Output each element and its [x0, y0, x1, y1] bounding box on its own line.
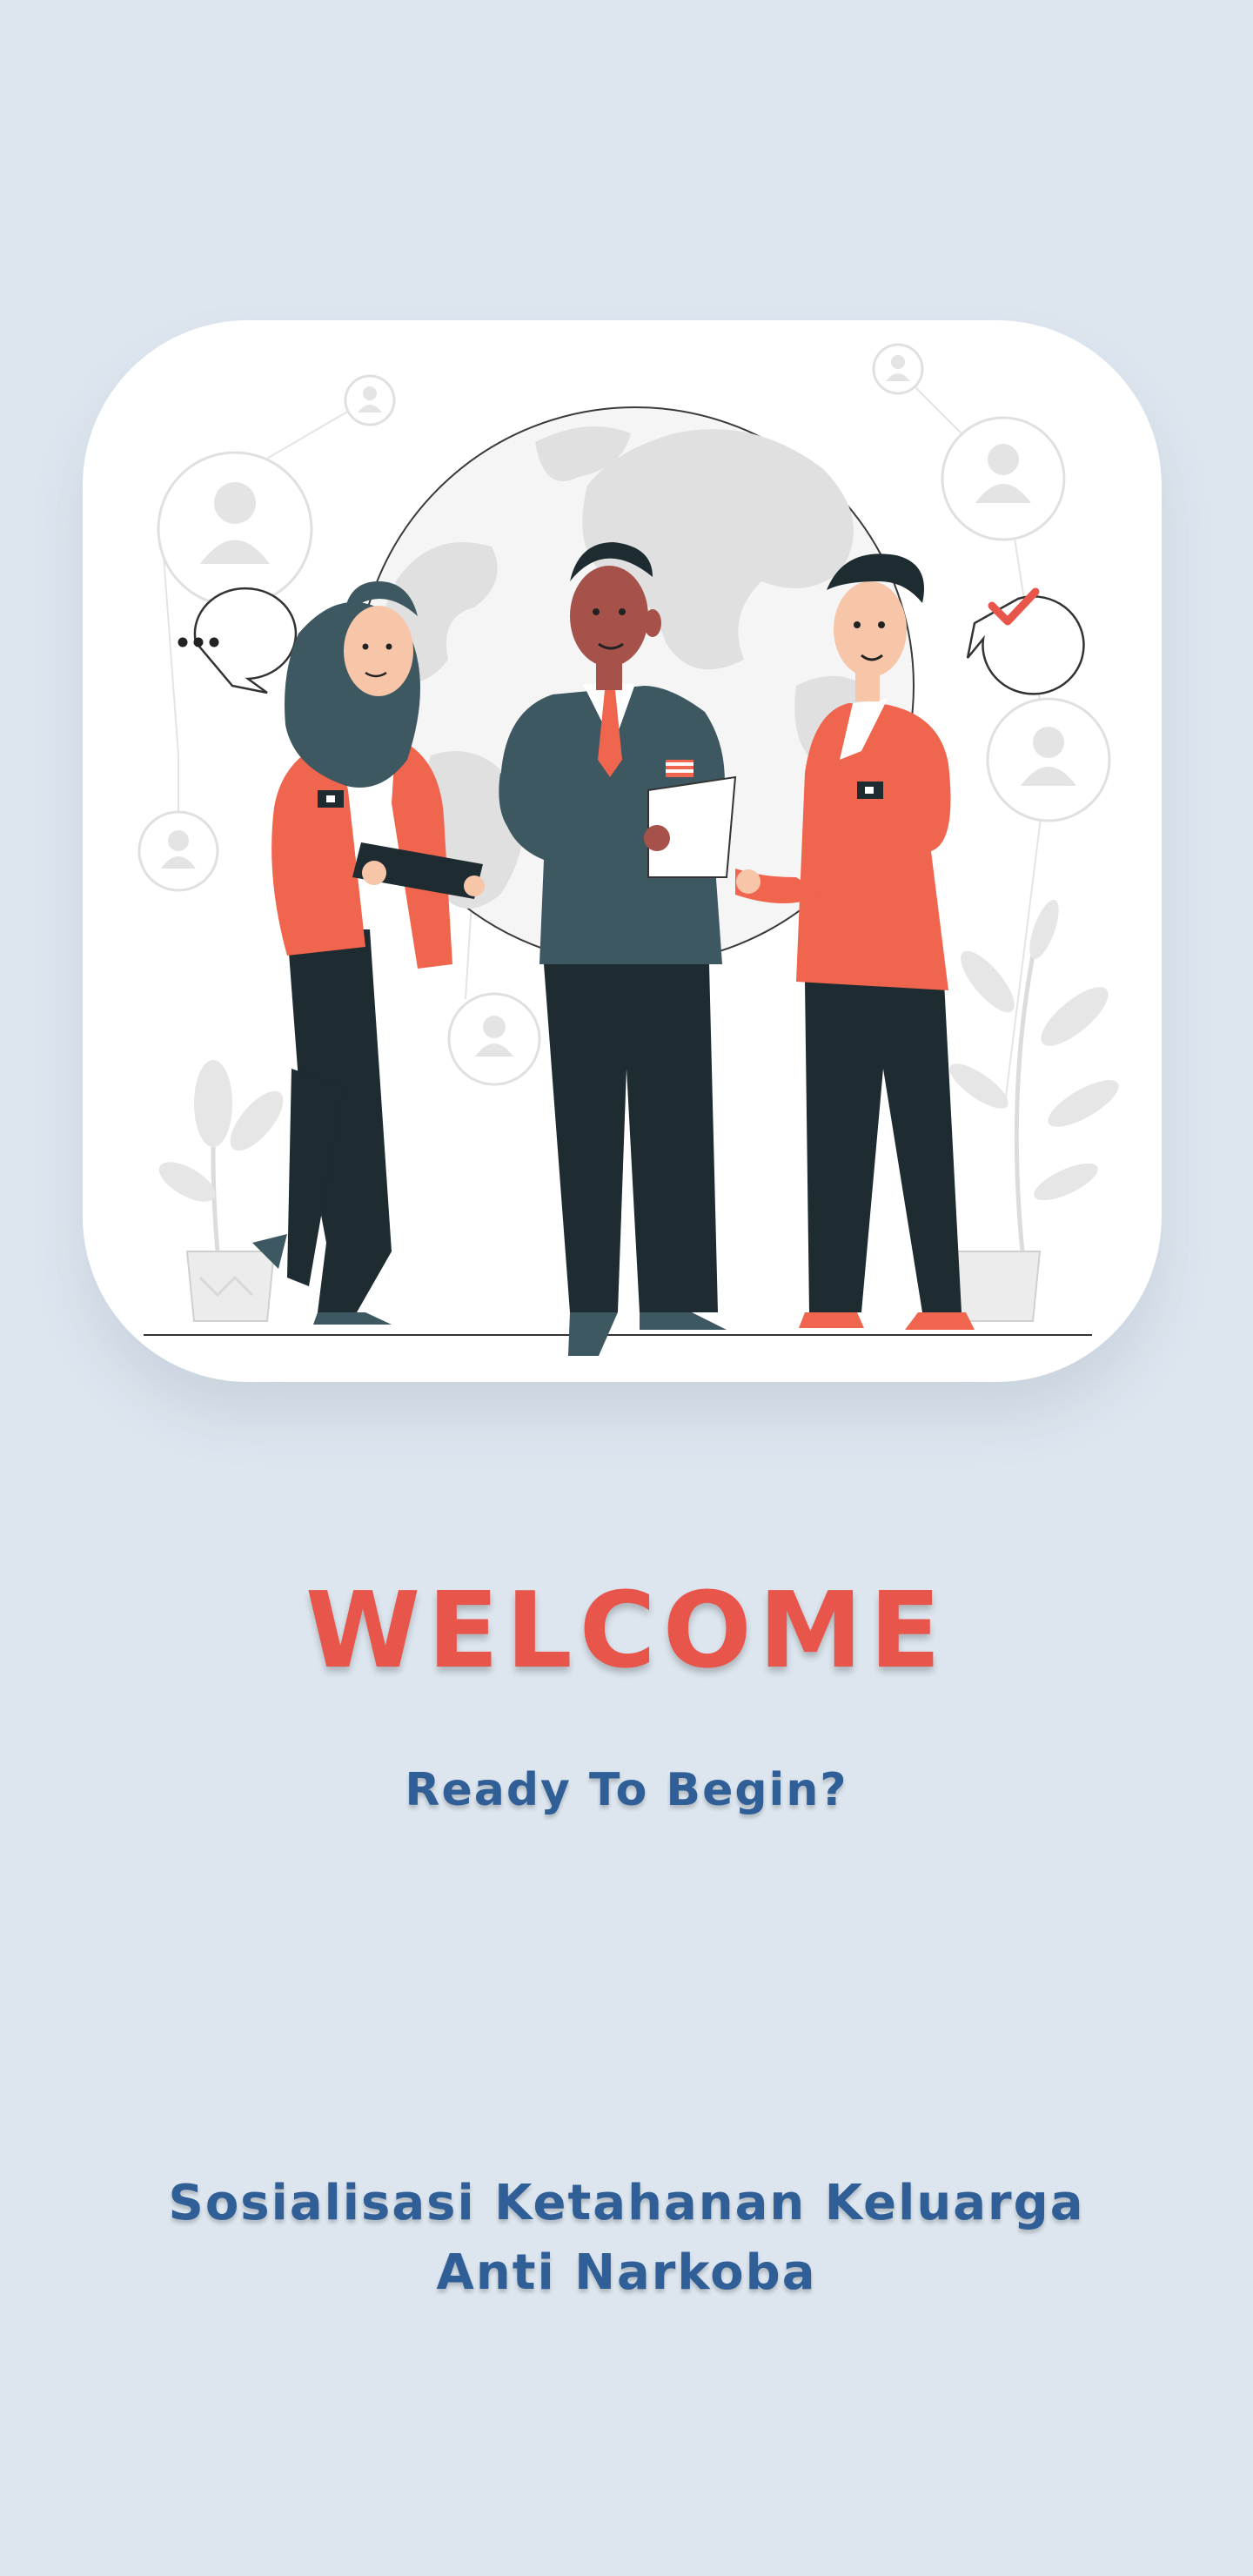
- plant-icon: [158, 1060, 284, 1322]
- user-profile-icon: [447, 992, 541, 1086]
- plant-icon: [949, 899, 1119, 1322]
- footer-text: Sosialisasi Ketahanan Keluarga Anti Nark…: [0, 2169, 1253, 2308]
- chat-ellipsis-icon: [178, 587, 298, 694]
- welcome-subtitle: Ready To Begin?: [405, 1764, 848, 1816]
- user-profile-icon: [941, 416, 1066, 541]
- user-profile-icon: [344, 374, 396, 426]
- user-profile-icon: [137, 810, 219, 892]
- user-profile-icon: [986, 697, 1111, 822]
- hero-card: [83, 320, 1162, 1382]
- footer-line-2: Anti Narkoba: [436, 2244, 817, 2301]
- footer-line-1: Sosialisasi Ketahanan Keluarga: [168, 2175, 1085, 2231]
- user-profile-icon: [157, 451, 313, 607]
- team-meeting-illustration: [137, 343, 1119, 1356]
- user-profile-icon: [872, 343, 924, 395]
- welcome-title: WELCOME: [305, 1571, 948, 1692]
- checkmark-chat-icon: [966, 587, 1085, 695]
